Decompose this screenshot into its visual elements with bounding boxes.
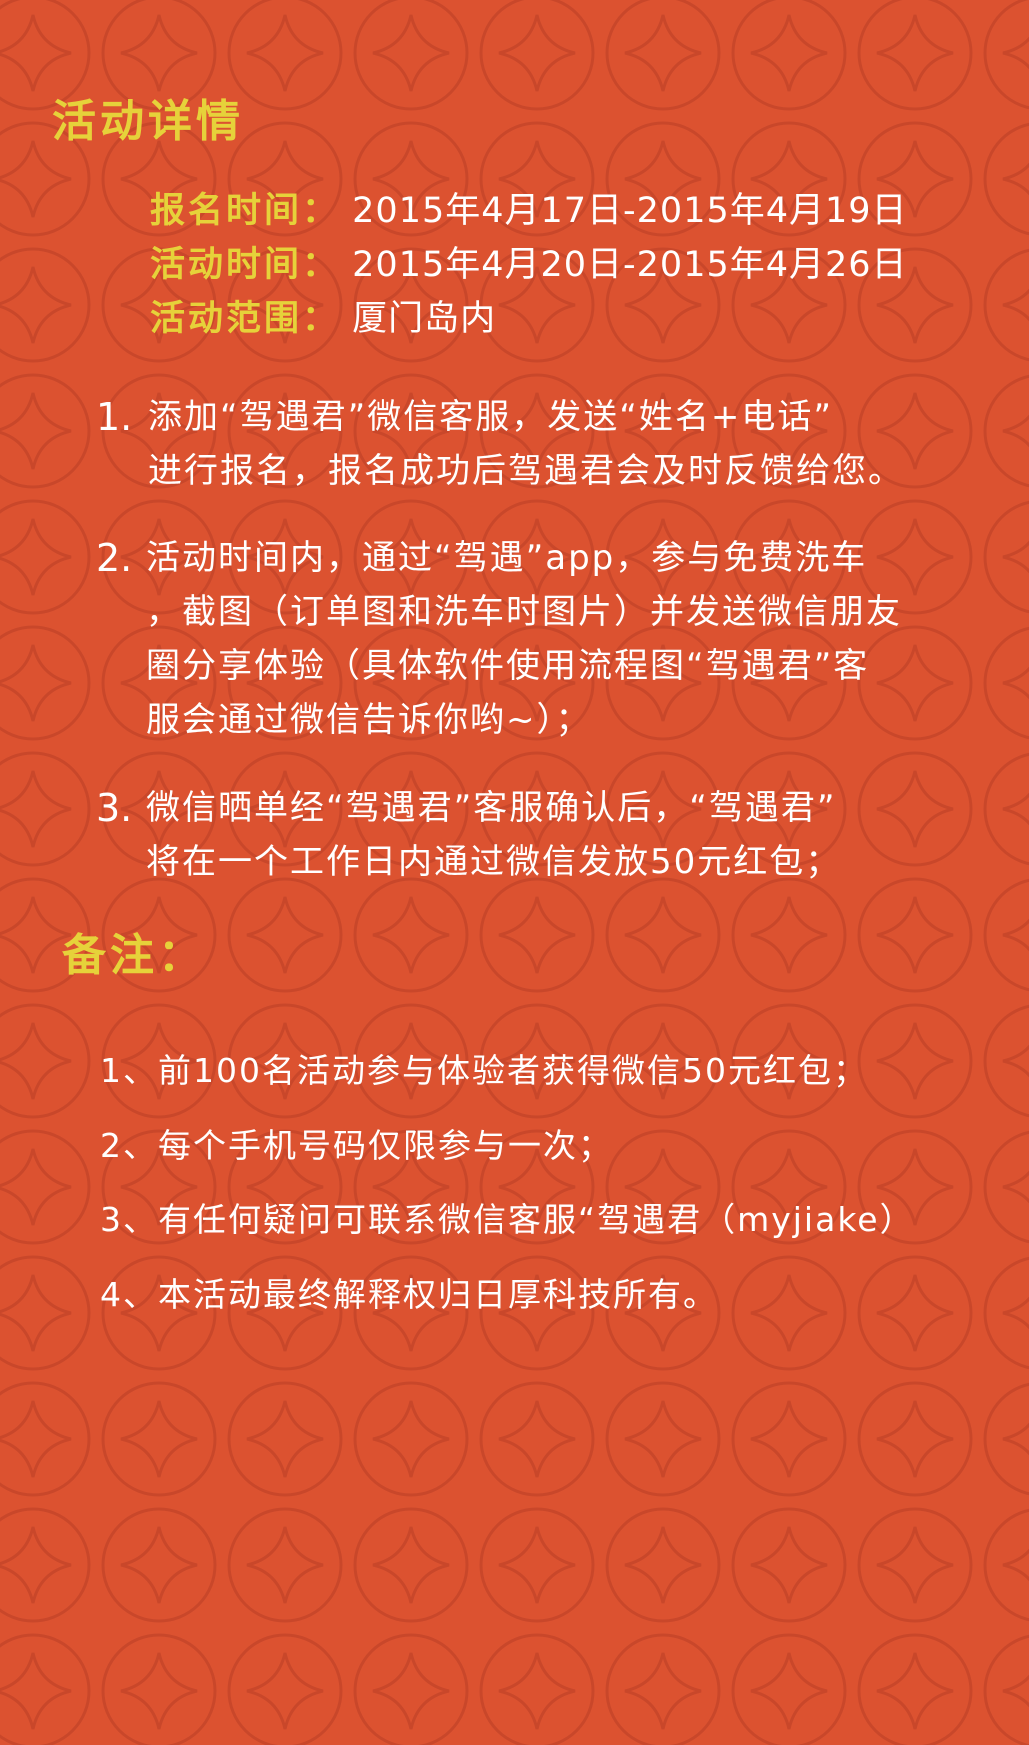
details-heading: 活动详情 xyxy=(52,96,244,147)
step-2-line: ，截图（订单图和洗车时图片）并发送微信朋友 xyxy=(146,592,902,632)
step-1-number: 1. xyxy=(96,395,133,439)
signup-time-value: 2015年4月17日-2015年4月19日 xyxy=(352,191,908,231)
step-3-line: 将在一个工作日内通过微信发放50元红包； xyxy=(146,842,842,882)
step-1-line: 进行报名，报名成功后驾遇君会及时反馈给您。 xyxy=(148,451,904,491)
note-item: 2、每个手机号码仅限参与一次； xyxy=(100,1126,613,1165)
step-2-line: 服会通过微信告诉你哟~）； xyxy=(146,700,592,740)
note-item: 1、前100名活动参与体验者获得微信50元红包； xyxy=(100,1051,868,1090)
event-area-label: 活动范围： xyxy=(150,299,341,339)
event-time-row: 活动时间： 2015年4月20日-2015年4月26日 xyxy=(150,248,908,283)
signup-time-row: 报名时间： 2015年4月17日-2015年4月19日 xyxy=(150,194,908,229)
step-2-number: 2. xyxy=(96,536,133,580)
step-3-number: 3. xyxy=(96,786,133,830)
signup-time-label: 报名时间： xyxy=(150,191,341,231)
promo-page: 活动详情 报名时间： 2015年4月17日-2015年4月19日 活动时间： 2… xyxy=(0,0,1029,1745)
step-2-line: 活动时间内，通过“驾遇”app，参与免费洗车 xyxy=(146,538,868,578)
event-area-value: 厦门岛内 xyxy=(352,299,497,339)
note-item: 4、本活动最终解释权归日厚科技所有。 xyxy=(100,1275,718,1314)
event-time-label: 活动时间： xyxy=(150,245,341,285)
note-item: 3、有任何疑问可联系微信客服“驾遇君（myjiake） xyxy=(100,1200,915,1239)
event-time-value: 2015年4月20日-2015年4月26日 xyxy=(352,245,908,285)
step-2-line: 圈分享体验（具体软件使用流程图“驾遇君”客 xyxy=(146,646,870,686)
notes-heading: 备注： xyxy=(62,930,206,981)
step-3-line: 微信晒单经“驾遇君”客服确认后，“驾遇君” xyxy=(146,788,837,828)
content: 活动详情 报名时间： 2015年4月17日-2015年4月19日 活动时间： 2… xyxy=(0,0,1029,1745)
event-area-row: 活动范围： 厦门岛内 xyxy=(150,302,496,337)
step-1-line: 添加“驾遇君”微信客服，发送“姓名+电话” xyxy=(148,397,833,437)
